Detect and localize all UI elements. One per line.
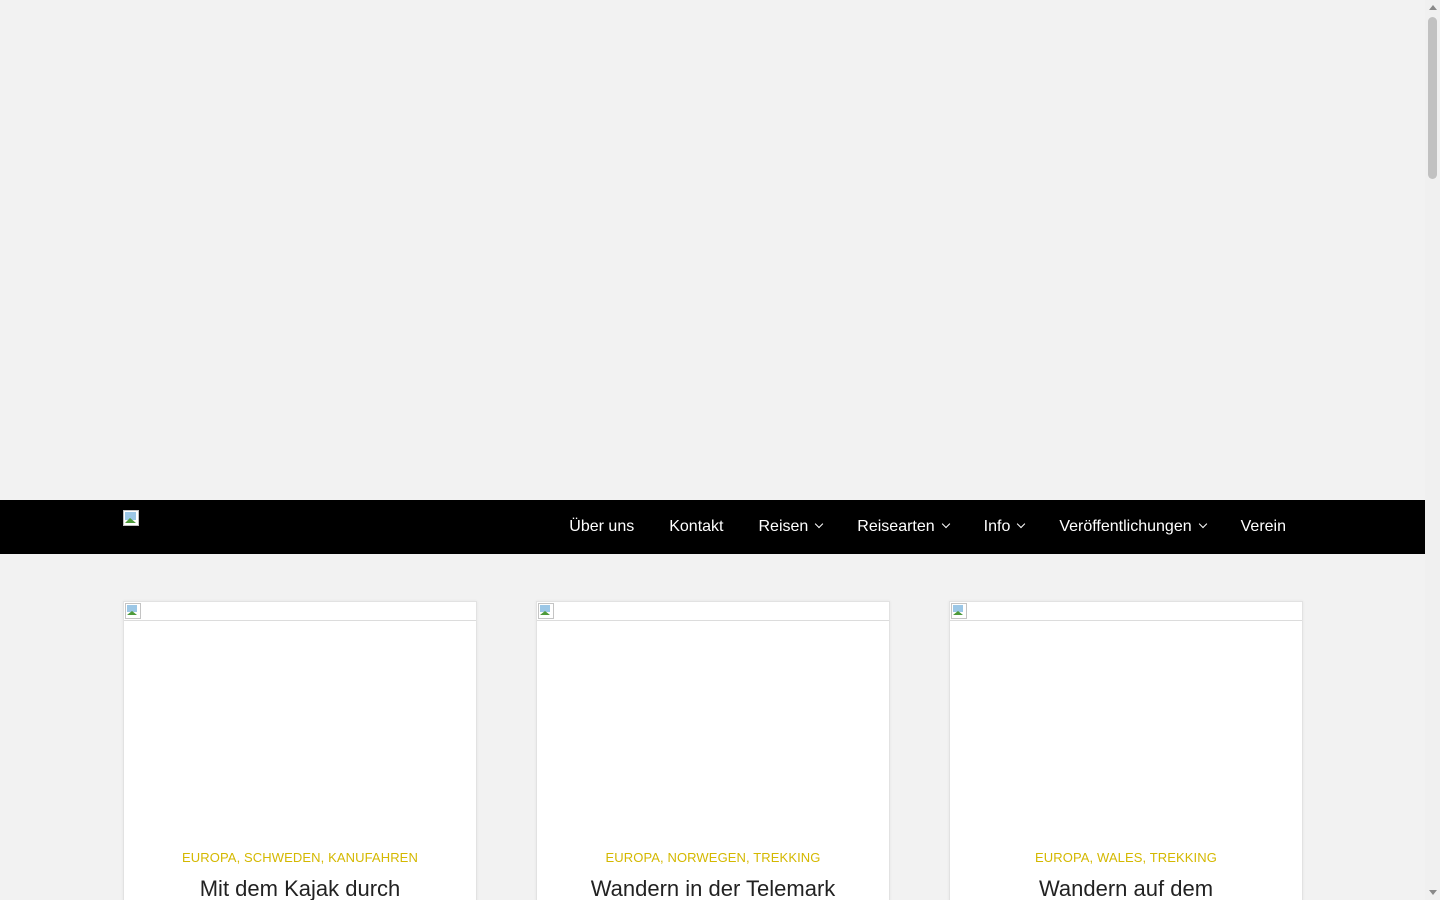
category-link[interactable]: EUROPA bbox=[605, 850, 660, 865]
chevron-down-icon[interactable] bbox=[1017, 519, 1026, 529]
category-link[interactable]: WALES bbox=[1097, 850, 1143, 865]
post-grid: EUROPA, SCHWEDEN, KANUFAHREN Mit dem Kaj… bbox=[0, 601, 1425, 900]
nav-item-reisearten[interactable]: Reisearten bbox=[857, 500, 950, 554]
post-categories: EUROPA, NORWEGEN, TREKKING bbox=[605, 850, 821, 865]
site-logo-broken-image-icon[interactable] bbox=[123, 510, 139, 526]
broken-image-icon bbox=[125, 603, 141, 619]
post-title[interactable]: Mit dem Kajak durch bbox=[124, 876, 476, 900]
nav-item-ueber-uns[interactable]: Über uns bbox=[569, 500, 634, 554]
chevron-down-icon[interactable] bbox=[941, 519, 950, 529]
category-link[interactable]: KANUFAHREN bbox=[328, 850, 418, 865]
nav-item-verein[interactable]: Verein bbox=[1241, 500, 1286, 554]
nav-item-label: Info bbox=[983, 518, 1011, 535]
category-link[interactable]: EUROPA bbox=[182, 850, 237, 865]
broken-image-icon bbox=[951, 603, 967, 619]
page: Über uns Kontakt Reisen Reisearten Info … bbox=[0, 0, 1425, 900]
main-navbar: Über uns Kontakt Reisen Reisearten Info … bbox=[0, 500, 1425, 554]
nav-item-veroeffentlichungen[interactable]: Veröffentlichungen bbox=[1059, 500, 1207, 554]
category-link[interactable]: SCHWEDEN bbox=[244, 850, 321, 865]
scroll-down-arrow-icon[interactable] bbox=[1429, 890, 1437, 895]
post-categories: EUROPA, SCHWEDEN, KANUFAHREN bbox=[182, 850, 418, 865]
chevron-down-icon[interactable] bbox=[815, 519, 824, 529]
post-title[interactable]: Wandern auf dem bbox=[950, 876, 1302, 900]
nav-item-label: Reisen bbox=[758, 518, 809, 535]
broken-image-icon bbox=[538, 603, 554, 619]
post-thumbnail[interactable] bbox=[537, 602, 889, 621]
scrollbar-thumb[interactable] bbox=[1428, 17, 1437, 179]
post-card[interactable]: EUROPA, WALES, TREKKING Wandern auf dem bbox=[949, 601, 1303, 900]
post-card[interactable]: EUROPA, NORWEGEN, TREKKING Wandern in de… bbox=[536, 601, 890, 900]
nav-item-label: Über uns bbox=[569, 518, 635, 535]
post-categories: EUROPA, WALES, TREKKING bbox=[1035, 850, 1217, 865]
scroll-up-arrow-icon[interactable] bbox=[1429, 5, 1437, 10]
vertical-scrollbar[interactable] bbox=[1425, 0, 1440, 900]
nav-item-label: Veröffentlichungen bbox=[1059, 518, 1192, 535]
category-link[interactable]: TREKKING bbox=[1150, 850, 1217, 865]
category-link[interactable]: EUROPA bbox=[1035, 850, 1090, 865]
nav-item-label: Kontakt bbox=[669, 518, 724, 535]
nav-item-label: Verein bbox=[1240, 518, 1286, 535]
post-card[interactable]: EUROPA, SCHWEDEN, KANUFAHREN Mit dem Kaj… bbox=[123, 601, 477, 900]
hero-banner bbox=[0, 0, 1425, 500]
post-thumbnail[interactable] bbox=[124, 602, 476, 621]
nav-menu: Über uns Kontakt Reisen Reisearten Info … bbox=[569, 500, 1286, 554]
category-link[interactable]: NORWEGEN bbox=[667, 850, 746, 865]
nav-item-reisen[interactable]: Reisen bbox=[758, 500, 824, 554]
nav-item-label: Reisearten bbox=[857, 518, 935, 535]
category-link[interactable]: TREKKING bbox=[753, 850, 820, 865]
nav-item-kontakt[interactable]: Kontakt bbox=[669, 500, 723, 554]
chevron-down-icon[interactable] bbox=[1198, 519, 1207, 529]
nav-item-info[interactable]: Info bbox=[983, 500, 1026, 554]
post-thumbnail[interactable] bbox=[950, 602, 1302, 621]
post-title[interactable]: Wandern in der Telemark bbox=[537, 876, 889, 900]
